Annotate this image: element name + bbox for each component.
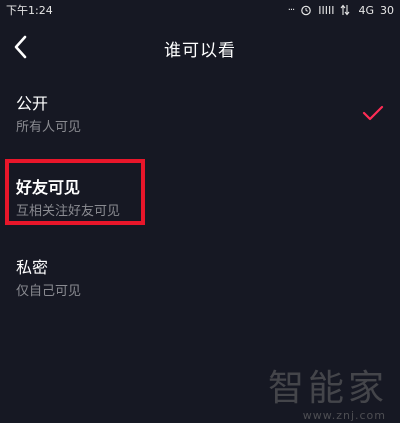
network-type: 4G [358,3,374,17]
status-icons: ··· IIIII 4G 30 [288,4,394,17]
watermark-logo: 智能家 [267,368,388,409]
screen: 下午1:24 ··· IIIII 4G 30 谁可以看 公开 所有人可见 好友可… [0,0,400,423]
data-arrows-icon [340,4,352,16]
nav-bar: 谁可以看 [0,24,400,70]
option-title: 私密 [16,258,49,277]
option-description: 互相关注好友可见 [16,204,121,219]
option-private[interactable]: 私密 仅自己可见 [0,252,400,312]
status-time: 下午1:24 [6,4,53,17]
watermark: 智能家 www.znj.com [198,368,388,423]
option-description: 所有人可见 [16,120,82,135]
option-title: 好友可见 [16,178,81,197]
more-dots: ··· [287,4,295,16]
option-public[interactable]: 公开 所有人可见 [0,86,400,146]
check-icon [362,104,384,122]
watermark-url: www.znj.com [302,409,386,422]
signal-bars: IIIII [318,3,335,17]
option-title: 公开 [16,94,49,113]
battery-level: 30 [380,3,394,17]
option-description: 仅自己可见 [16,284,82,299]
option-friends[interactable]: 好友可见 互相关注好友可见 [0,160,400,228]
alarm-clock-icon [300,4,312,16]
page-title: 谁可以看 [164,41,236,61]
status-bar: 下午1:24 ··· IIIII 4G 30 [0,0,400,20]
